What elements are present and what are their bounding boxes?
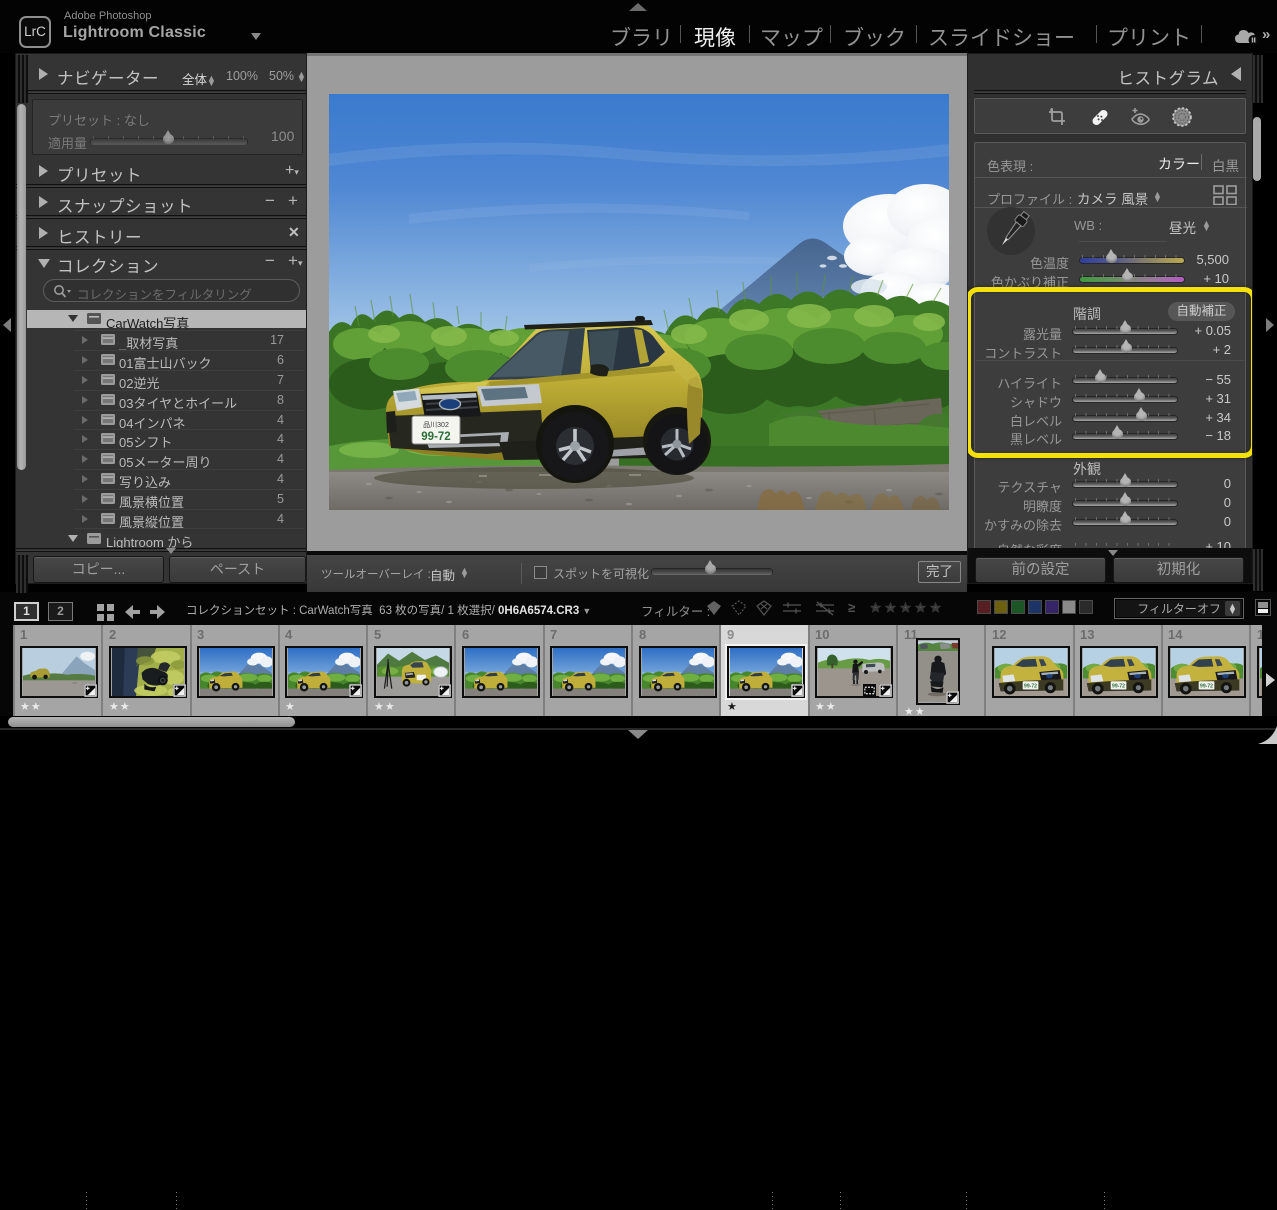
svg-text:品川302: 品川302 [423, 421, 449, 429]
svg-text:99-72: 99-72 [421, 431, 450, 443]
